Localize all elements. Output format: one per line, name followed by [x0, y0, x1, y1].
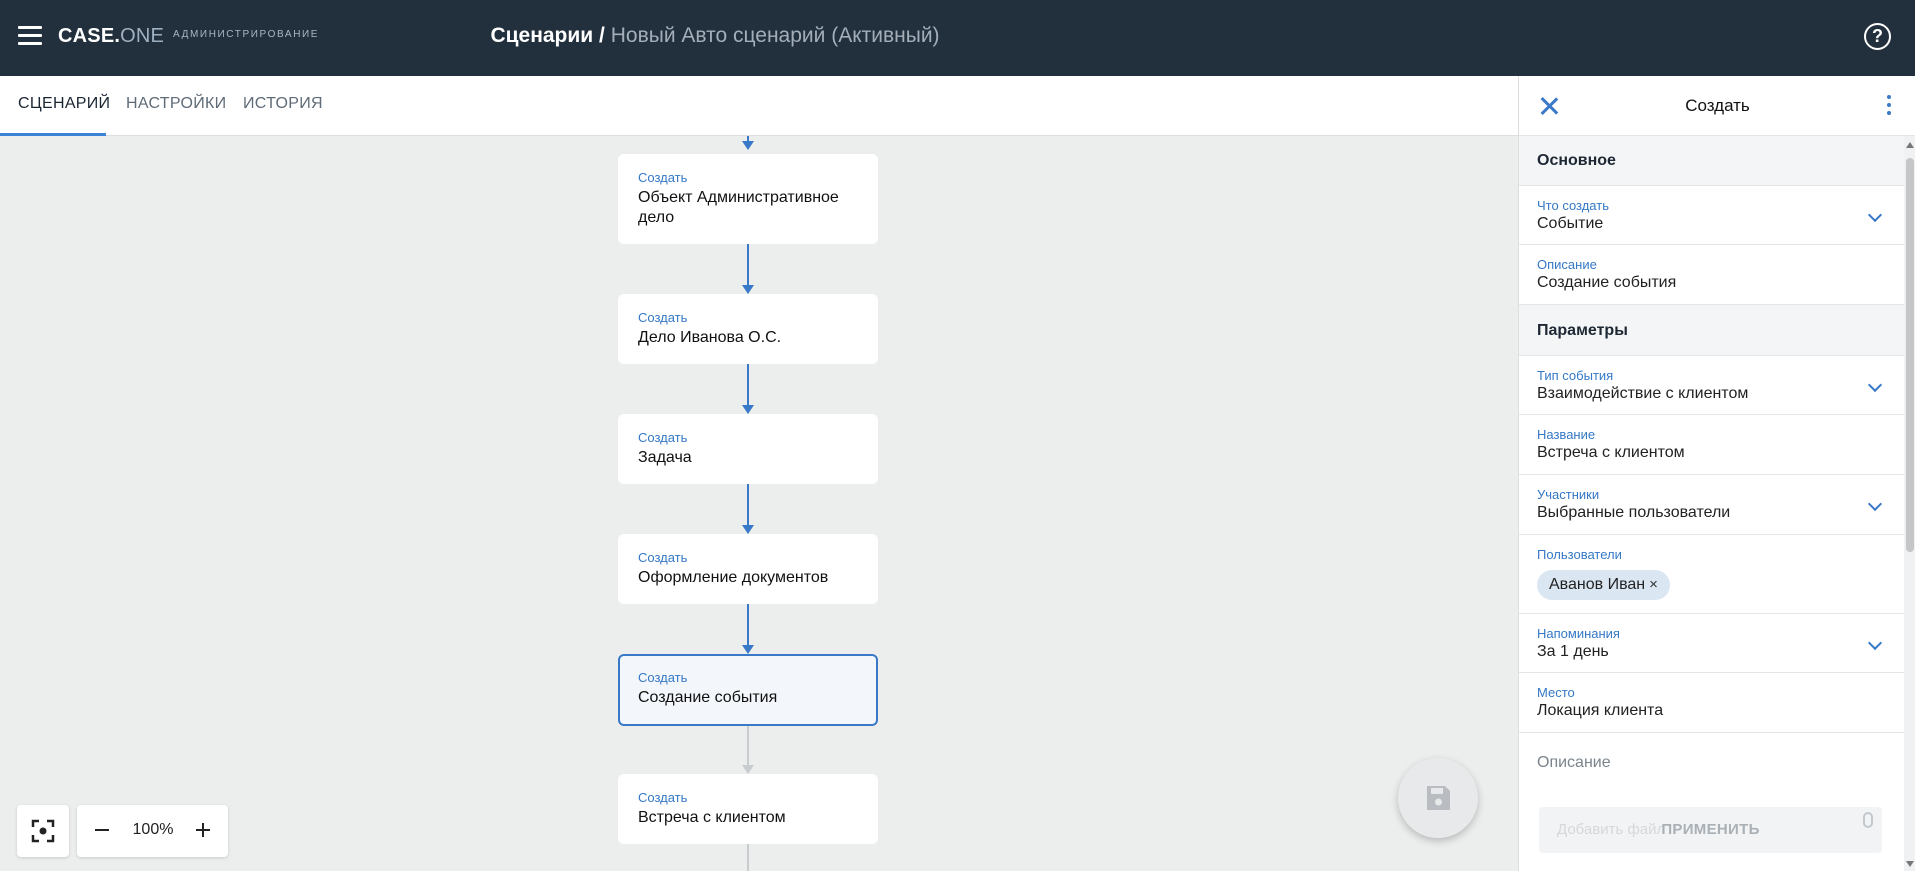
zoom-level: 100% [132, 821, 174, 838]
breadcrumb-scenarios[interactable]: Сценарии [490, 24, 593, 47]
connector-line [747, 244, 749, 287]
node-name: Дело Иванова О.С. [638, 329, 782, 346]
field-value: Выбранные пользователи [1537, 504, 1731, 521]
field-label: Участники [1537, 487, 1600, 502]
connector-arrow [742, 285, 754, 294]
field-value: Создание события [1537, 274, 1677, 291]
flow-node-selected[interactable]: Создать Создание события [618, 654, 878, 726]
what-create-field[interactable]: Что создать Событие [1519, 186, 1904, 245]
panel-header: Создать [1519, 76, 1915, 136]
flow-node[interactable]: Создать Оформление документов [618, 534, 878, 604]
field-placeholder: Описание [1537, 754, 1611, 771]
field-label: Тип события [1537, 368, 1614, 383]
scroll-up-arrow[interactable] [1906, 142, 1914, 148]
flow-canvas[interactable]: Создать Объект Административное дело Соз… [0, 136, 1518, 871]
scroll-down-arrow[interactable] [1906, 861, 1914, 867]
field-value: Встреча с клиентом [1537, 444, 1685, 461]
floppy-disk-icon [1427, 786, 1450, 810]
zoom-out-button[interactable] [89, 817, 115, 843]
apply-button[interactable]: ПРИМЕНИТЬ [1539, 821, 1882, 838]
focus-center-icon [31, 819, 55, 843]
node-kind: Создать [638, 550, 688, 565]
remove-chip-icon[interactable]: × [1649, 576, 1658, 593]
question-circle-icon[interactable]: ? [1864, 23, 1891, 50]
section-params: Параметры [1519, 305, 1904, 356]
event-description-field[interactable]: Описание [1519, 733, 1904, 793]
field-label: Что создать [1537, 198, 1609, 213]
more-vert-icon[interactable] [1885, 95, 1893, 117]
connector-arrow [742, 765, 754, 774]
participants-field[interactable]: Участники Выбранные пользователи [1519, 475, 1904, 535]
breadcrumb-separator: / [593, 24, 611, 47]
flow-node[interactable]: Создать Задача [618, 414, 878, 484]
flow-node[interactable]: Создать Объект Административное дело [618, 154, 878, 244]
flow-node[interactable]: Создать Дело Иванова О.С. [618, 294, 878, 364]
connector-line [747, 364, 749, 407]
node-kind: Создать [638, 430, 688, 445]
section-basic: Основное [1519, 136, 1904, 186]
tab-history[interactable]: ИСТОРИЯ [243, 95, 323, 113]
zoom-control: 100% [77, 805, 228, 857]
zoom-in-button[interactable] [190, 817, 216, 843]
apply-bar: Добавить файл ПРИМЕНИТЬ [1539, 807, 1882, 853]
node-kind: Создать [638, 790, 688, 805]
tab-scenario[interactable]: СЦЕНАРИЙ [18, 95, 110, 113]
node-name: Оформление документов [638, 569, 829, 586]
node-name: Встреча с клиентом [638, 809, 786, 826]
field-value: Локация клиента [1537, 702, 1664, 719]
event-type-field[interactable]: Тип события Взаимодействие с клиентом [1519, 356, 1904, 415]
connector-arrow [742, 141, 754, 150]
fit-to-screen-button[interactable] [17, 805, 69, 857]
place-field[interactable]: Место Локация клиента [1519, 673, 1904, 733]
tab-settings[interactable]: НАСТРОЙКИ [126, 95, 226, 113]
chip-label: Аванов Иван [1549, 576, 1646, 593]
connector-arrow [742, 645, 754, 654]
node-kind: Создать [638, 170, 688, 185]
field-label: Напоминания [1537, 626, 1620, 641]
connector-line [747, 844, 749, 871]
save-button[interactable] [1398, 758, 1478, 838]
field-value: Событие [1537, 215, 1604, 232]
node-name: Объект Административное дело [638, 189, 839, 226]
top-app-bar: CASE.ONE Администрирование Сценарии / Но… [0, 0, 1915, 76]
name-field[interactable]: Название Встреча с клиентом [1519, 415, 1904, 475]
users-field[interactable]: Пользователи Аванов Иван × [1519, 535, 1904, 614]
scenario-title: Новый Авто сценарий (Активный) [610, 24, 940, 47]
node-kind: Создать [638, 670, 688, 685]
field-value: За 1 день [1537, 643, 1609, 660]
properties-panel: Создать Основное Что создать Событие Опи… [1518, 76, 1915, 871]
panel-scrollbar[interactable] [1904, 136, 1915, 871]
paperclip-icon[interactable] [1863, 812, 1873, 828]
field-label: Место [1537, 685, 1575, 700]
field-label: Описание [1537, 257, 1597, 272]
flow-node[interactable]: Создать Встреча с клиентом [618, 774, 878, 844]
description-field[interactable]: Описание Создание события [1519, 245, 1904, 305]
reminders-field[interactable]: Напоминания За 1 день [1519, 614, 1904, 673]
field-label: Пользователи [1537, 547, 1622, 562]
connector-line [747, 484, 749, 527]
user-chip[interactable]: Аванов Иван × [1537, 570, 1670, 600]
connector-line [747, 604, 749, 647]
panel-title: Создать [1685, 96, 1750, 115]
tab-bar: СЦЕНАРИЙ НАСТРОЙКИ ИСТОРИЯ [0, 76, 1518, 136]
connector-arrow [742, 525, 754, 534]
node-name: Создание события [638, 689, 778, 706]
node-kind: Создать [638, 310, 688, 325]
connector-line [747, 726, 749, 767]
page-title: Сценарии / Новый Авто сценарий (Активный… [0, 24, 1430, 48]
field-label: Название [1537, 427, 1596, 442]
node-name: Задача [638, 449, 692, 466]
field-value: Взаимодействие с клиентом [1537, 385, 1749, 402]
connector-arrow [742, 405, 754, 414]
scroll-thumb[interactable] [1906, 158, 1914, 552]
